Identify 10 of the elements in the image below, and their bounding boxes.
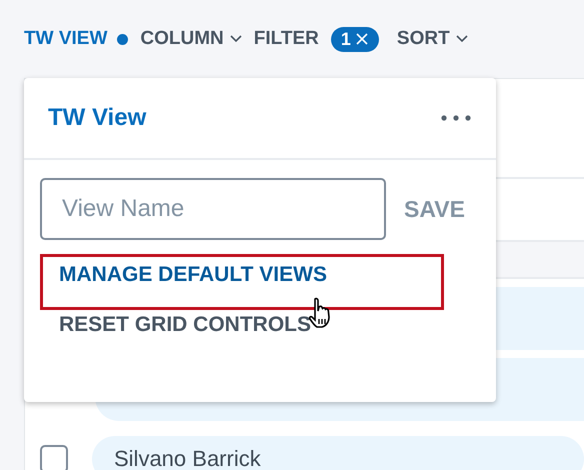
filter-count-badge[interactable]: 1 [330, 26, 379, 52]
toolbar-button[interactable]: SORT [396, 28, 474, 50]
toolbar-button[interactable]: TW VIEW [24, 28, 134, 50]
menu-title: TW View [48, 104, 146, 132]
menu-item[interactable]: RESET GRID CONTROLS [40, 310, 444, 360]
toolbar-button[interactable]: COLUMN [140, 28, 248, 50]
name-pill: Silvano Barrick [92, 436, 584, 470]
toolbar-button[interactable]: FILTER [254, 28, 325, 50]
menu-item[interactable]: MANAGE DEFAULT VIEWS [40, 254, 444, 310]
view-name-field[interactable]: View Name [40, 178, 386, 240]
